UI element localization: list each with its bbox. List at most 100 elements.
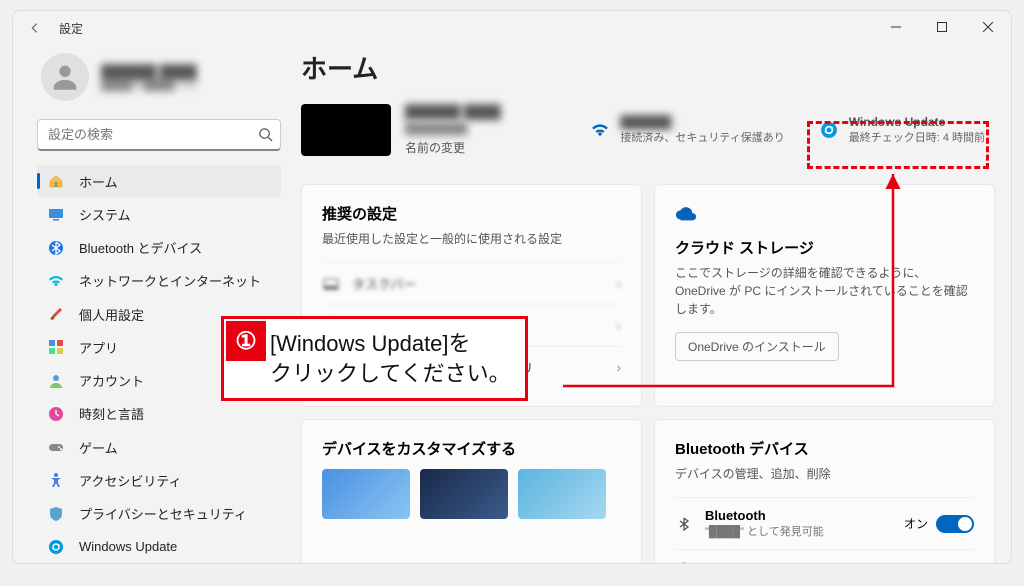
toggle-switch[interactable] <box>936 515 974 533</box>
settings-window: 設定 ██████ ████ ████@████.com <box>12 10 1012 564</box>
device-card[interactable]: ██████ ████ ████████ 名前の変更 <box>301 104 501 156</box>
wifi-sub: 接続済み、セキュリティ保護あり <box>620 129 784 145</box>
bluetooth-desc: デバイスの管理、追加、削除 <box>675 465 974 483</box>
window-title: 設定 <box>59 20 83 37</box>
bluetooth-toggle-row: Bluetooth "████" として発見可能 オン <box>675 497 974 549</box>
close-icon <box>983 22 993 32</box>
bluetooth-icon <box>675 515 693 533</box>
sidebar-item-label: アプリ <box>79 338 118 357</box>
theme-thumbnails <box>322 469 621 519</box>
home-icon <box>47 172 65 190</box>
sidebar-item-network[interactable]: ネットワークとインターネット <box>37 265 281 297</box>
brush-icon <box>47 305 65 323</box>
page-title: ホーム <box>301 49 995 86</box>
minimize-icon <box>891 22 901 32</box>
bluetooth-device-row[interactable]: FLECOM shellnha <box>675 549 974 563</box>
avatar <box>41 53 89 101</box>
sidebar-item-label: ゲーム <box>79 438 118 457</box>
update-icon <box>47 538 65 556</box>
person-icon <box>48 60 82 94</box>
maximize-icon <box>937 22 947 32</box>
system-icon <box>47 205 65 223</box>
sidebar-item-label: Windows Update <box>79 539 177 554</box>
chevron-right-icon: › <box>617 360 621 375</box>
toggle-label: オン <box>904 515 928 532</box>
sidebar-item-gaming[interactable]: ゲーム <box>37 431 281 463</box>
update-sub: 最終チェック日時: 4 時間前 <box>849 129 985 145</box>
windows-update-tile[interactable]: Windows Update 最終チェック日時: 4 時間前 <box>809 104 995 156</box>
callout-text: [Windows Update]を クリックしてください。 <box>270 329 511 388</box>
arrow-left-icon <box>28 21 42 35</box>
sidebar-item-label: Bluetooth とデバイス <box>79 238 202 257</box>
search-input[interactable] <box>37 119 281 151</box>
sidebar-item-label: ネットワークとインターネット <box>79 271 261 290</box>
main-content: ホーム ██████ ████ ████████ 名前の変更 ██████ 接続… <box>293 45 1011 563</box>
callout-number: ① <box>226 321 266 361</box>
sidebar-item-home[interactable]: ホーム <box>37 165 281 197</box>
clock-icon <box>47 405 65 423</box>
close-button[interactable] <box>965 11 1011 43</box>
sidebar-item-bluetooth[interactable]: Bluetooth とデバイス <box>37 232 281 264</box>
customize-card: デバイスをカスタマイズする <box>301 419 642 563</box>
theme-thumb[interactable] <box>420 469 508 519</box>
device-icon <box>675 560 693 563</box>
wifi-status[interactable]: ██████ 接続済み、セキュリティ保護あり <box>590 104 784 156</box>
update-title: Windows Update <box>849 115 985 129</box>
account-icon <box>47 372 65 390</box>
bt-device-name: Bluetooth <box>705 508 824 523</box>
search-box <box>37 119 281 151</box>
sidebar-item-label: 個人用設定 <box>79 305 144 324</box>
cloud-storage-card: クラウド ストレージ ここでストレージの詳細を確認できるように、OneDrive… <box>654 184 995 407</box>
sidebar: ██████ ████ ████@████.com ホーム システム <box>13 45 293 563</box>
wifi-icon <box>590 120 610 140</box>
cloud-desc: ここでストレージの詳細を確認できるように、OneDrive が PC にインスト… <box>675 264 974 318</box>
bluetooth-header: Bluetooth デバイス <box>675 438 974 459</box>
sidebar-item-windows-update[interactable]: Windows Update <box>37 531 281 563</box>
taskbar-icon <box>322 275 340 293</box>
device-name: ██████ ████ <box>405 104 501 119</box>
chevron-right-icon: › <box>617 276 621 291</box>
sidebar-item-label: 時刻と言語 <box>79 404 144 423</box>
sidebar-item-label: アクセシビリティ <box>79 471 182 490</box>
theme-thumb[interactable] <box>322 469 410 519</box>
back-button[interactable] <box>21 14 49 42</box>
window-controls <box>873 11 1011 43</box>
sidebar-item-label: ホーム <box>79 172 118 191</box>
device-model: ████████ <box>405 123 501 135</box>
sidebar-item-time[interactable]: 時刻と言語 <box>37 398 281 430</box>
wifi-icon <box>47 272 65 290</box>
profile-name: ██████ ████ <box>101 64 198 79</box>
bluetooth-toggle: オン <box>904 515 974 533</box>
setting-row-taskbar[interactable]: タスクバー › <box>322 262 621 304</box>
maximize-button[interactable] <box>919 11 965 43</box>
theme-thumb[interactable] <box>518 469 606 519</box>
header-row: ██████ ████ ████████ 名前の変更 ██████ 接続済み、セ… <box>301 104 995 156</box>
recommended-desc: 最近使用した設定と一般的に使用される設定 <box>322 230 621 248</box>
bluetooth-card: Bluetooth デバイス デバイスの管理、追加、削除 Bluetooth "… <box>654 419 995 563</box>
minimize-button[interactable] <box>873 11 919 43</box>
install-onedrive-button[interactable]: OneDrive のインストール <box>675 332 839 361</box>
rename-link[interactable]: 名前の変更 <box>405 139 501 156</box>
recommended-header: 推奨の設定 <box>322 203 621 224</box>
sidebar-item-label: プライバシーとセキュリティ <box>79 504 247 523</box>
sidebar-item-privacy[interactable]: プライバシーとセキュリティ <box>37 498 281 530</box>
shield-icon <box>47 505 65 523</box>
profile-section[interactable]: ██████ ████ ████@████.com <box>37 45 281 119</box>
wifi-name: ██████ <box>620 115 784 129</box>
update-icon <box>819 120 839 140</box>
apps-icon <box>47 338 65 356</box>
sidebar-item-accessibility[interactable]: アクセシビリティ <box>37 464 281 496</box>
sidebar-item-system[interactable]: システム <box>37 198 281 230</box>
titlebar: 設定 <box>13 11 1011 45</box>
bluetooth-icon <box>47 239 65 257</box>
setting-label: タスクバー <box>352 274 416 293</box>
sidebar-item-label: アカウント <box>79 371 144 390</box>
customize-header: デバイスをカスタマイズする <box>322 438 621 459</box>
profile-email: ████@████.com <box>101 79 198 91</box>
bt-device2-name: FLECOM shellnha <box>705 562 816 564</box>
annotation-callout: ① [Windows Update]を クリックしてください。 <box>221 316 528 401</box>
chevron-right-icon: › <box>617 318 621 333</box>
cloud-header: クラウド ストレージ <box>675 237 974 258</box>
sidebar-item-label: システム <box>79 205 131 224</box>
game-icon <box>47 438 65 456</box>
